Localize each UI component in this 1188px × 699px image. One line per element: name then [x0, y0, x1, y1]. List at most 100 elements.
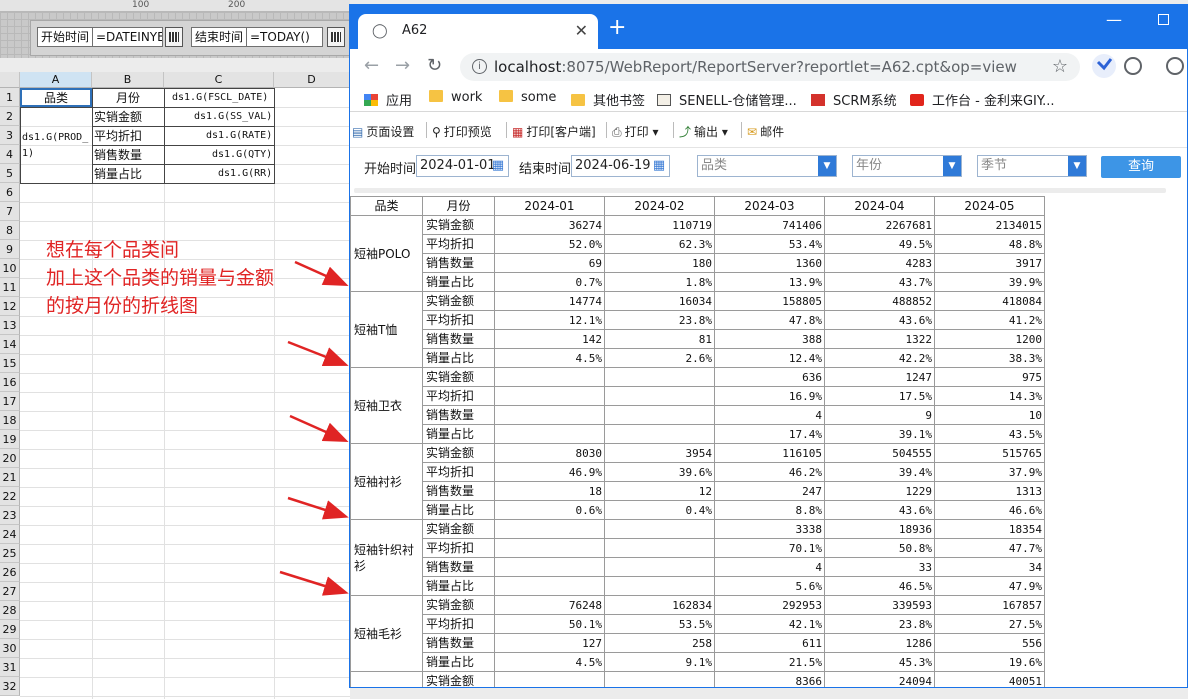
table-row: 平均折扣 70.1% 50.8% 47.7% — [351, 538, 1045, 558]
category-select[interactable]: 品类 ▼ — [697, 155, 837, 177]
table-row: 短袖POLO 实销金额 36274 110719 741406 2267681 213401… — [350, 215, 1045, 292]
bookmark-work[interactable]: work — [429, 90, 482, 105]
value-cell: 17.5% — [824, 386, 935, 406]
bookmark-label: some — [521, 90, 557, 105]
calendar-icon[interactable]: ▦ — [489, 157, 507, 175]
parameter-scrollbar[interactable] — [354, 188, 1166, 193]
value-cell: 9 — [824, 405, 935, 425]
toolbar-label: 页面设置 — [366, 125, 415, 139]
reload-icon[interactable]: ↻ — [427, 57, 442, 75]
print-button[interactable]: ⎙ 打印 ▾ — [612, 123, 658, 140]
value-cell: 34 — [934, 557, 1045, 577]
metric-label: 实销金额 — [422, 215, 495, 235]
browser-window[interactable]: ◯ A62 ✕ + — ← → ↻ i localhost:8075/WebRe… — [349, 4, 1188, 688]
maximize-icon[interactable] — [1158, 14, 1169, 25]
value-cell: 292953 — [714, 595, 825, 615]
query-button[interactable]: 查询 — [1101, 156, 1181, 178]
calendar-icon[interactable]: ▦ — [650, 157, 668, 175]
table-row: 平均折扣 52.0% 62.3% 53.4% 49.5% 48.8% — [351, 234, 1045, 254]
report-table: 品类 月份 2024-01 2024-02 2024-03 2024-04 2024-05 … — [350, 196, 1045, 687]
metric-label: 销售数量 — [422, 405, 495, 425]
value-cell: 127 — [494, 633, 605, 653]
chevron-down-icon[interactable]: ▼ — [943, 156, 961, 176]
value-cell: 14774 — [494, 291, 605, 311]
metric-label: 销量占比 — [422, 348, 495, 368]
page-setup-button[interactable]: ▤ 页面设置 — [352, 123, 414, 140]
value-cell: 515765 — [934, 443, 1045, 463]
category-cell: 短袖针织衬衫 — [350, 519, 423, 596]
value-cell: 18 — [494, 481, 605, 501]
metric-label: 销售数量 — [422, 481, 495, 501]
year-select[interactable]: 年份 ▼ — [852, 155, 962, 177]
bookmark-other[interactable]: 其他书签 — [571, 90, 645, 109]
minimize-icon[interactable]: — — [1106, 10, 1122, 29]
value-cell: 53.4% — [714, 234, 825, 254]
header-month: 月份 — [422, 196, 495, 216]
extension-globe-icon[interactable] — [1124, 57, 1142, 75]
value-cell: 975 — [934, 367, 1045, 387]
value-cell: 3338 — [714, 519, 825, 539]
mail-button[interactable]: ✉ 邮件 — [747, 123, 784, 140]
close-tab-icon[interactable]: ✕ — [575, 21, 588, 40]
value-cell — [604, 386, 715, 406]
bookmark-senell[interactable]: SENELL-仓储管理... — [657, 90, 797, 109]
end-date-input[interactable]: 2024-06-19 ▦ — [571, 155, 670, 177]
red-arrow-icon — [287, 496, 349, 520]
url-text[interactable]: localhost:8075/WebReport/ReportServer?re… — [494, 58, 1017, 76]
mail-icon: ✉ — [747, 125, 758, 139]
info-icon[interactable]: i — [472, 59, 487, 74]
bookmark-scrm[interactable]: SCRM系统 — [811, 90, 897, 109]
bookmark-worktable[interactable]: 工作台 - 金利来GIY... — [910, 90, 1055, 109]
toolbar-label: 邮件 — [760, 125, 785, 139]
value-cell: 180 — [604, 253, 715, 273]
export-button[interactable]: ⤴ 输出 ▾ — [679, 123, 728, 140]
value-cell: 388 — [714, 329, 825, 349]
bookmark-star-icon[interactable]: ☆ — [1052, 56, 1068, 77]
value-cell: 636 — [714, 367, 825, 387]
table-row: 销售数量 18 12 247 1229 1313 — [351, 481, 1045, 501]
table-row: 销量占比 0.7% 1.8% 13.9% 43.7% 39.9% — [351, 272, 1045, 292]
value-cell: 2.6% — [604, 348, 715, 368]
value-cell — [494, 557, 605, 577]
end-date-value: 2024-06-19 — [575, 158, 651, 173]
profile-icon[interactable] — [1166, 57, 1184, 75]
table-row: 平均折扣 12.1% 23.8% 47.8% 43.6% 41.2% — [351, 310, 1045, 330]
red-arrow-icon — [294, 260, 349, 287]
print-client-button[interactable]: ▦ 打印[客户端] — [512, 123, 596, 140]
header-period: 2024-03 — [714, 196, 825, 216]
print-preview-button[interactable]: ⚲ 打印预览 — [432, 123, 492, 140]
value-cell: 1313 — [934, 481, 1045, 501]
value-cell: 1247 — [824, 367, 935, 387]
forward-arrow-icon[interactable]: → — [395, 57, 410, 75]
header-period: 2024-04 — [824, 196, 935, 216]
red-arrow-icon — [279, 570, 349, 596]
header-period: 2024-02 — [604, 196, 715, 216]
season-select[interactable]: 季节 ▼ — [977, 155, 1087, 177]
value-cell: 611 — [714, 633, 825, 653]
chevron-down-icon[interactable]: ▼ — [1068, 156, 1086, 176]
metric-label: 平均折扣 — [422, 234, 495, 254]
back-arrow-icon[interactable]: ← — [364, 57, 379, 75]
value-cell: 1.8% — [604, 272, 715, 292]
value-cell: 46.2% — [714, 462, 825, 482]
bookmark-some[interactable]: some — [499, 90, 556, 105]
bookmark-apps[interactable]: 应用 — [364, 90, 412, 109]
value-cell: 741406 — [714, 215, 825, 235]
start-date-input[interactable]: 2024-01-01 ▦ — [416, 155, 509, 177]
value-cell: 12.4% — [714, 348, 825, 368]
tab-a62[interactable]: ◯ A62 ✕ — [358, 14, 598, 49]
value-cell: 247 — [714, 481, 825, 501]
value-cell: 5.6% — [714, 576, 825, 596]
metric-label: 平均折扣 — [422, 538, 495, 558]
value-cell: 62.3% — [604, 234, 715, 254]
extension-icon[interactable] — [1092, 54, 1116, 78]
address-bar[interactable]: i localhost:8075/WebReport/ReportServer?… — [460, 53, 1080, 81]
value-cell: 504555 — [824, 443, 935, 463]
new-tab-button[interactable]: + — [608, 17, 626, 39]
toolbar-label: 输出 — [694, 125, 719, 139]
table-row: 销售数量 4 9 10 — [351, 405, 1045, 425]
url-host: localhost — [494, 58, 562, 76]
value-cell: 50.8% — [824, 538, 935, 558]
chevron-down-icon[interactable]: ▼ — [818, 156, 836, 176]
value-cell: 43.6% — [824, 500, 935, 520]
